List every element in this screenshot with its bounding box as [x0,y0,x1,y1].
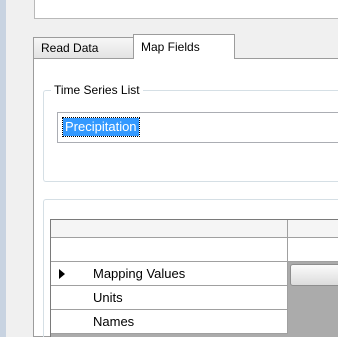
grid-corner-header [51,220,288,238]
grid-column-header[interactable] [288,220,338,238]
mapping-grid[interactable]: Mapping Values Units Names [50,219,338,337]
top-panel: p [6,0,338,22]
list-item-precipitation[interactable]: Precipitation [62,117,140,137]
grid-row-header-blank[interactable] [51,238,288,262]
current-row-arrow-icon [59,269,65,279]
grid-row-label: Units [93,290,123,305]
tab-read-data[interactable]: Read Data [33,37,134,58]
grid-row-header-units[interactable]: Units [51,286,288,310]
time-series-listbox[interactable]: Precipitation [57,112,338,143]
grid-row-header-mapping-values[interactable]: Mapping Values [51,262,288,286]
mapping-values-cell-button[interactable] [290,264,338,286]
grid-row-header-names[interactable]: Names [51,310,288,334]
top-panel-inner: p [34,0,338,19]
grid-cell-names[interactable] [288,310,338,334]
grid-cell-units[interactable] [288,286,338,310]
tab-map-fields[interactable]: Map Fields [133,34,235,59]
grid-cell-blank[interactable] [288,238,338,262]
grid-cell-mapping-values[interactable] [288,262,338,286]
grid-row-label: Names [93,314,135,329]
tab-map-fields-label: Map Fields [141,40,200,54]
time-series-group-legend: Time Series List [51,82,143,98]
grid-row-label: Mapping Values [93,266,186,281]
tab-read-data-label: Read Data [41,41,99,55]
